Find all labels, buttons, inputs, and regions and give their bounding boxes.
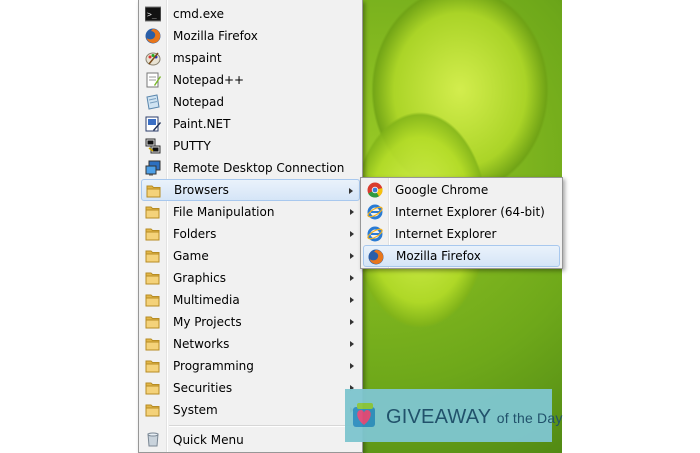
svg-text:>_: >_ <box>147 10 157 19</box>
folder-icon <box>145 358 161 374</box>
menu-item-notepadpp[interactable]: Notepad++ <box>141 69 360 91</box>
quick-menu: >_ cmd.exe Mozilla Firefox mspaint Notep… <box>138 0 363 453</box>
submenu-item-google-chrome[interactable]: Google Chrome <box>363 179 560 201</box>
folder-icon <box>145 402 161 418</box>
submenu-item-label: Mozilla Firefox <box>396 249 481 263</box>
menu-item-folders[interactable]: Folders <box>141 223 360 245</box>
menu-item-label: System <box>173 403 218 417</box>
menu-item-label: File Manipulation <box>173 205 275 219</box>
giveaway-brand: GIVEAWAY <box>386 406 491 428</box>
chevron-right-icon <box>350 341 354 347</box>
menu-item-putty[interactable]: PUTTY <box>141 135 360 157</box>
menu-item-label: Notepad++ <box>173 73 245 87</box>
menu-item-notepad[interactable]: Notepad <box>141 91 360 113</box>
chevron-right-icon <box>350 231 354 237</box>
notepad-icon <box>145 94 161 110</box>
chevron-right-icon <box>349 188 353 194</box>
menu-item-label: Quick Menu <box>173 433 244 447</box>
menu-item-paintnet[interactable]: Paint.NET <box>141 113 360 135</box>
folder-icon <box>145 336 161 352</box>
menu-item-label: Securities <box>173 381 233 395</box>
submenu-item-label: Internet Explorer <box>395 227 497 241</box>
cmd-icon: >_ <box>144 6 162 22</box>
folder-icon <box>145 270 161 286</box>
menu-item-label: Browsers <box>174 183 229 197</box>
chevron-right-icon <box>350 319 354 325</box>
menu-item-file-manipulation[interactable]: File Manipulation <box>141 201 360 223</box>
paint-icon <box>145 50 161 66</box>
ie-icon <box>367 226 383 242</box>
submenu-item-ie[interactable]: Internet Explorer <box>363 223 560 245</box>
folder-icon <box>145 248 161 264</box>
giveaway-tagline: of the Day <box>496 410 563 426</box>
giveaway-watermark: GIVEAWAY of the Day <box>345 389 562 442</box>
submenu-item-label: Google Chrome <box>395 183 489 197</box>
menu-item-securities[interactable]: Securities <box>141 377 360 399</box>
giveaway-logo-icon <box>351 401 381 435</box>
remote-desktop-icon <box>145 160 161 176</box>
menu-item-label: mspaint <box>173 51 222 65</box>
folder-icon <box>145 314 161 330</box>
chevron-right-icon <box>350 297 354 303</box>
menu-item-system[interactable]: System <box>141 399 360 421</box>
firefox-icon <box>368 249 384 265</box>
ie-icon <box>367 204 383 220</box>
submenu-item-ie-64[interactable]: Internet Explorer (64-bit) <box>363 201 560 223</box>
folder-icon <box>145 380 161 396</box>
folder-icon <box>145 226 161 242</box>
quick-menu-icon <box>145 432 161 448</box>
menu-item-label: Networks <box>173 337 230 351</box>
menu-item-label: Mozilla Firefox <box>173 29 258 43</box>
menu-item-label: Game <box>173 249 209 263</box>
menu-item-label: PUTTY <box>173 139 211 153</box>
notepadpp-icon <box>145 72 161 88</box>
putty-icon <box>145 138 161 154</box>
menu-item-label: My Projects <box>173 315 242 329</box>
submenu-item-label: Internet Explorer (64-bit) <box>395 205 545 219</box>
paintnet-icon <box>145 116 161 132</box>
menu-item-label: Folders <box>173 227 217 241</box>
menu-item-label: Paint.NET <box>173 117 231 131</box>
menu-item-label: Graphics <box>173 271 226 285</box>
folder-icon <box>145 292 161 308</box>
menu-item-label: cmd.exe <box>173 7 225 21</box>
menu-separator <box>169 425 358 427</box>
firefox-icon <box>145 28 161 44</box>
folder-icon <box>146 183 162 199</box>
menu-item-remote-desktop[interactable]: Remote Desktop Connection <box>141 157 360 179</box>
menu-item-firefox[interactable]: Mozilla Firefox <box>141 25 360 47</box>
menu-item-quick-menu[interactable]: Quick Menu <box>141 429 360 451</box>
browsers-submenu: Google Chrome Internet Explorer (64-bit)… <box>360 177 563 269</box>
menu-item-label: Multimedia <box>173 293 240 307</box>
chrome-icon <box>367 182 383 198</box>
menu-item-networks[interactable]: Networks <box>141 333 360 355</box>
menu-item-programming[interactable]: Programming <box>141 355 360 377</box>
menu-item-browsers[interactable]: Browsers <box>141 179 360 201</box>
giveaway-text: GIVEAWAY of the Day <box>386 406 563 429</box>
menu-item-label: Remote Desktop Connection <box>173 161 345 175</box>
menu-item-mspaint[interactable]: mspaint <box>141 47 360 69</box>
chevron-right-icon <box>350 363 354 369</box>
submenu-item-mozilla-firefox[interactable]: Mozilla Firefox <box>363 245 560 267</box>
menu-item-cmd[interactable]: >_ cmd.exe <box>141 3 360 25</box>
menu-item-label: Notepad <box>173 95 224 109</box>
menu-item-my-projects[interactable]: My Projects <box>141 311 360 333</box>
menu-item-graphics[interactable]: Graphics <box>141 267 360 289</box>
chevron-right-icon <box>350 253 354 259</box>
chevron-right-icon <box>350 275 354 281</box>
chevron-right-icon <box>350 209 354 215</box>
menu-item-label: Programming <box>173 359 254 373</box>
menu-item-multimedia[interactable]: Multimedia <box>141 289 360 311</box>
menu-item-game[interactable]: Game <box>141 245 360 267</box>
folder-icon <box>145 204 161 220</box>
